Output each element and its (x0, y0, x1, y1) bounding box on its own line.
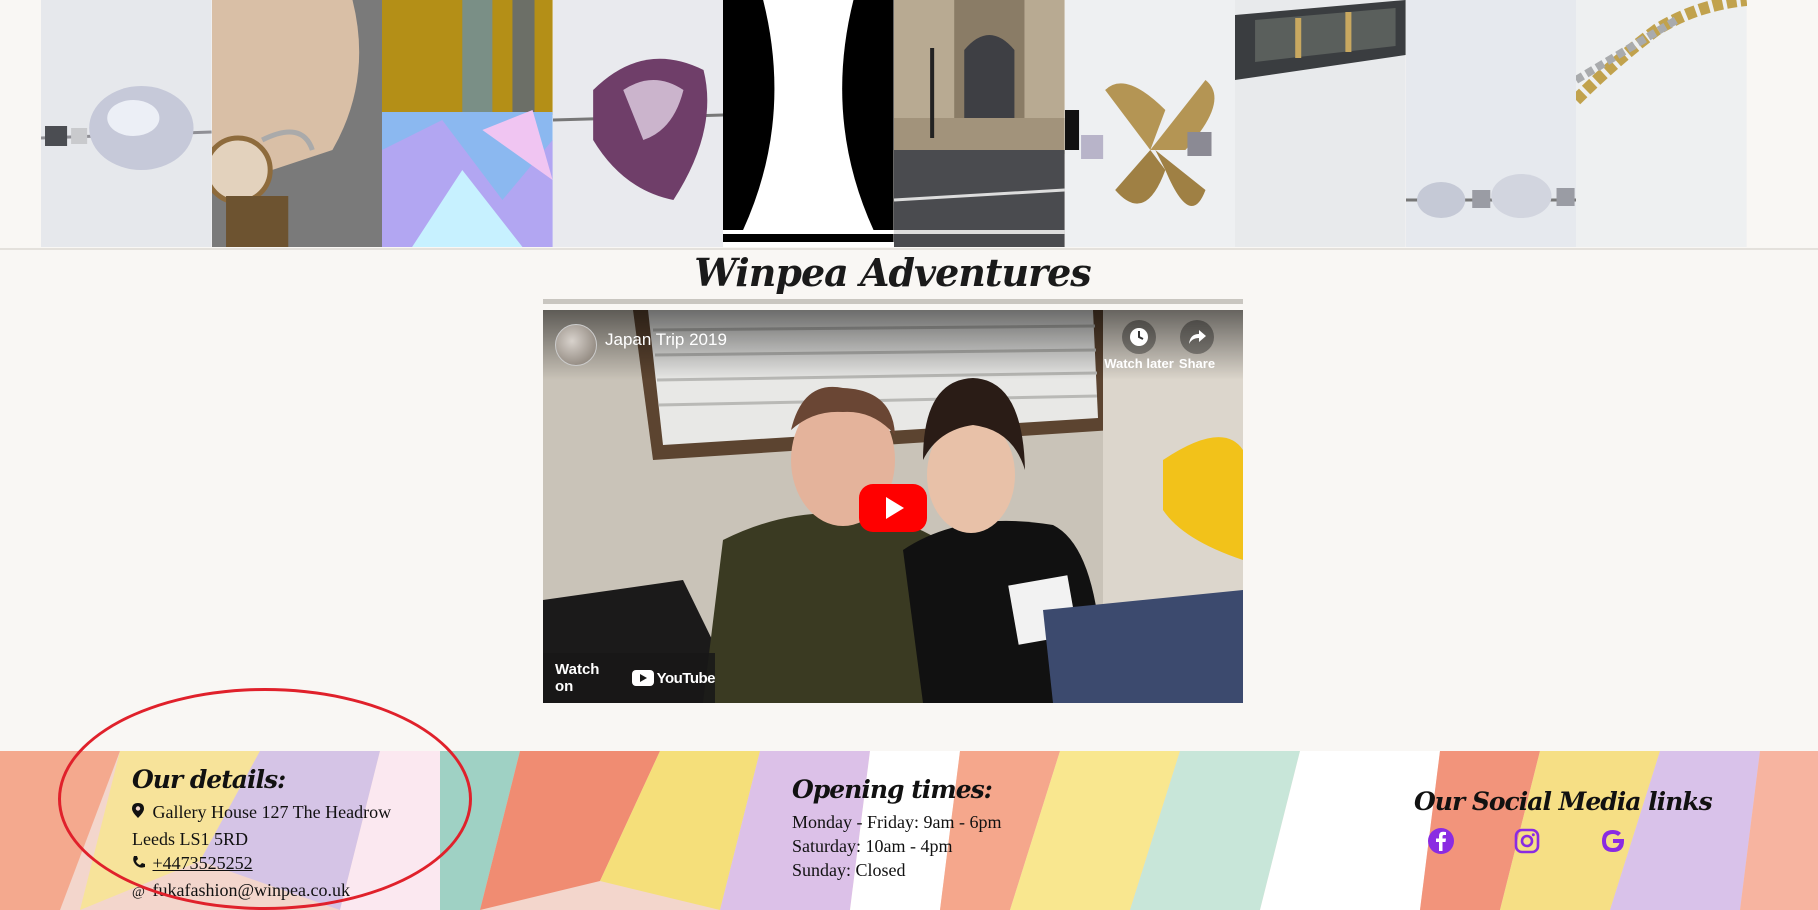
black-white-silhouette-tile[interactable] (723, 0, 894, 247)
hematite-bracelet-tile[interactable] (1235, 0, 1406, 247)
address-line1: Gallery House 127 The Headrow (152, 802, 392, 822)
image-gallery-strip (0, 0, 1818, 250)
gold-chain-tile[interactable] (1576, 0, 1747, 247)
social-heading: Our Social Media links (1414, 787, 1713, 816)
youtube-play-icon (631, 670, 654, 686)
address-line2: Leeds LS1 5RD (132, 829, 248, 849)
details-heading: Our details: (132, 765, 286, 794)
opening-saturday: Saturday: 10am - 4pm (792, 836, 953, 856)
instagram-icon[interactable] (1512, 826, 1542, 856)
watch-on-label: Watch on (555, 661, 600, 695)
google-icon[interactable] (1598, 826, 1628, 856)
video-title[interactable]: Japan Trip 2019 (605, 330, 727, 350)
youtube-logo: YouTube (631, 670, 716, 687)
site-footer: Our details: Gallery House 127 The Headr… (0, 751, 1818, 910)
map-marker-icon (132, 803, 148, 827)
gallery-building-tile[interactable] (893, 0, 1065, 247)
social-media-links: Our Social Media links (1414, 787, 1713, 856)
contact-details: Our details: Gallery House 127 The Headr… (132, 765, 391, 905)
holographic-fabric-tile[interactable] (382, 0, 553, 247)
phone-icon (132, 854, 148, 878)
youtube-video-embed[interactable]: Japan Trip 2019 Watch later Share Watch … (543, 310, 1243, 703)
email-text[interactable]: fukafashion@winpea.co.uk (153, 880, 351, 900)
opening-sunday: Sunday: Closed (792, 860, 906, 880)
play-button[interactable] (859, 484, 927, 532)
phone-link[interactable]: +4473525252 (153, 853, 253, 873)
address-line: Gallery House 127 The Headrow (132, 800, 391, 827)
email-line: @ fukafashion@winpea.co.uk (132, 878, 391, 905)
phone-line: +4473525252 (132, 851, 391, 878)
title-divider (543, 299, 1243, 304)
opening-heading: Opening times: (792, 775, 993, 804)
at-sign-icon: @ (132, 885, 145, 900)
play-icon (886, 497, 904, 519)
wrist-watch-bracelet-tile[interactable] (211, 0, 383, 247)
channel-avatar[interactable] (555, 324, 597, 366)
watch-on-youtube-button[interactable]: Watch on YouTube (543, 653, 716, 703)
opening-weekdays: Monday - Friday: 9am - 6pm (792, 812, 1002, 832)
opening-times: Opening times: Monday - Friday: 9am - 6p… (792, 775, 1001, 882)
butterfly-charm-tile[interactable] (1064, 0, 1236, 247)
pearl-chain-tile[interactable] (1405, 0, 1577, 247)
share-label: Share (1178, 356, 1216, 371)
clock-icon (1122, 320, 1156, 354)
share-icon (1180, 320, 1214, 354)
section-title: Winpea Adventures (694, 250, 1091, 295)
share-button[interactable]: Share (1157, 320, 1237, 371)
purple-shell-bead-tile[interactable] (552, 0, 724, 247)
pearl-bead-bracelet-tile[interactable] (41, 0, 212, 247)
facebook-icon[interactable] (1426, 826, 1456, 856)
